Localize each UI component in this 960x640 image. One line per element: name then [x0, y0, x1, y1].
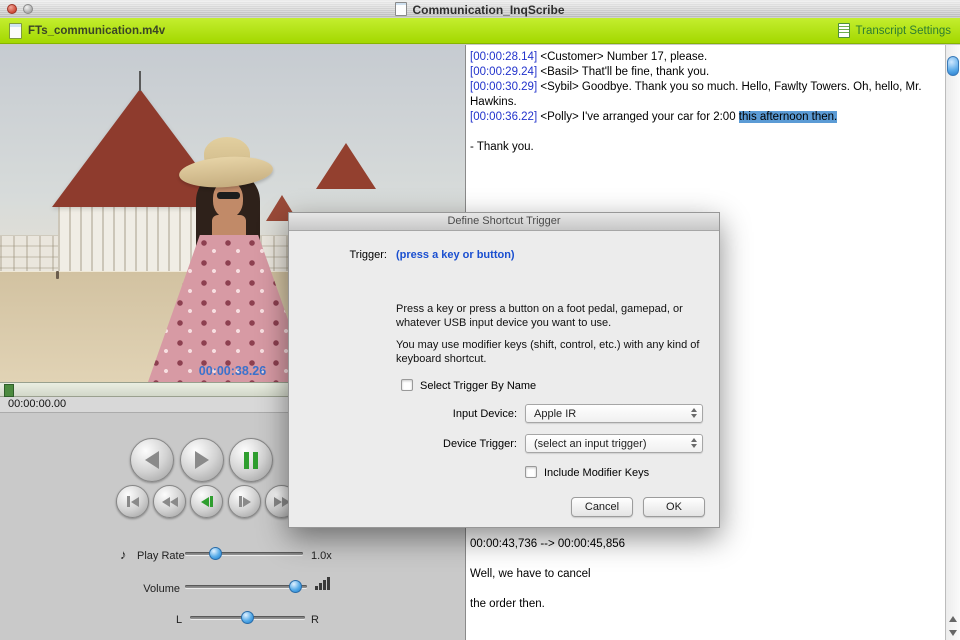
srt-line: the order then.: [470, 598, 545, 610]
play-rate-label: Play Rate: [137, 550, 185, 562]
media-bar: FTs_communication.m4v Transcript Setting…: [0, 18, 960, 44]
input-device-label: Input Device:: [452, 408, 517, 420]
include-modifier-keys-checkbox[interactable]: [525, 466, 537, 478]
device-trigger-label: Device Trigger:: [443, 438, 517, 450]
balance-right-label: R: [311, 614, 319, 626]
step-forward-button[interactable]: [228, 485, 261, 518]
define-shortcut-trigger-dialog: Define Shortcut Trigger Trigger: (press …: [288, 212, 720, 528]
pause-button[interactable]: [229, 438, 273, 482]
balance-left-label: L: [176, 614, 183, 626]
window-title-text: Communication_InqScribe: [412, 3, 565, 17]
document-icon: [395, 2, 408, 16]
transcript-line-text: <Customer> Number 17, please.: [537, 51, 708, 63]
ok-button[interactable]: OK: [643, 497, 705, 517]
device-trigger-value: (select an input trigger): [534, 437, 647, 450]
scrollbar-arrows: [946, 612, 960, 640]
go-to-start-button[interactable]: [116, 485, 149, 518]
input-device-value: Apple IR: [534, 407, 577, 420]
transcript-line-text: <Sybil> Goodbye. Thank you so much. Hell…: [470, 81, 922, 108]
transcript-settings-label: Transcript Settings: [855, 24, 951, 37]
transcript-line-text: <Basil> That'll be fine, thank you.: [537, 66, 710, 78]
transcript-line-text: <Polly> I've arranged your car for 2:00: [537, 111, 739, 123]
rewind-button[interactable]: [153, 485, 186, 518]
timestamp[interactable]: [00:00:29.24]: [470, 66, 537, 78]
step-back-button[interactable]: [190, 485, 223, 518]
volume-bars-icon: [315, 577, 330, 590]
play-rate-thumb[interactable]: [208, 547, 222, 560]
scrollbar-thumb[interactable]: [947, 56, 959, 76]
go-to-start-icon: [126, 496, 139, 507]
transcript-line: [00:00:29.24] <Basil> That'll be fine, t…: [470, 65, 942, 80]
rewind-icon: [161, 496, 178, 507]
transcript-settings-button[interactable]: Transcript Settings: [837, 23, 951, 38]
select-trigger-by-name-label: Select Trigger By Name: [420, 380, 537, 392]
window-titlebar: Communication_InqScribe: [0, 0, 960, 19]
help-text-1: Press a key or press a button on a foot …: [396, 303, 683, 329]
trigger-value: (press a key or button): [396, 249, 515, 261]
transcript-settings-icon: [837, 23, 850, 38]
play-rate-value: 1.0x: [311, 550, 332, 562]
media-filename: FTs_communication.m4v: [28, 24, 166, 37]
transcript-line: [00:00:30.29] <Sybil> Goodbye. Thank you…: [470, 80, 942, 110]
help-text-2: You may use modifier keys (shift, contro…: [396, 339, 700, 365]
window-title: Communication_InqScribe: [0, 2, 960, 17]
scroll-down-icon[interactable]: [949, 630, 957, 636]
timestamp[interactable]: [00:00:28.14]: [470, 51, 537, 63]
media-file-badge[interactable]: FTs_communication.m4v: [9, 22, 166, 39]
step-forward-icon: [238, 496, 251, 507]
srt-timecode: 00:00:43,736 --> 00:00:45,856: [470, 538, 626, 550]
include-modifier-keys-label: Include Modifier Keys: [544, 467, 650, 479]
device-trigger-select[interactable]: (select an input trigger): [525, 434, 703, 453]
flagpole: [139, 71, 141, 91]
beach-figure: [56, 271, 59, 279]
input-device-select[interactable]: Apple IR: [525, 404, 703, 423]
transcript-line: - Thank you.: [470, 140, 942, 155]
srt-text-block[interactable]: 00:00:43,736 --> 00:00:45,856 Well, we h…: [470, 537, 942, 627]
play-button[interactable]: [180, 438, 224, 482]
sunglasses: [217, 192, 240, 199]
balance-thumb[interactable]: [240, 611, 254, 624]
transcript-editor[interactable]: [00:00:28.14] <Customer> Number 17, plea…: [470, 50, 942, 155]
pause-icon: [244, 451, 258, 469]
timestamp[interactable]: [00:00:36.22]: [470, 111, 537, 123]
chevron-up-down-icon: [691, 408, 697, 418]
jump-back-button[interactable]: [130, 438, 174, 482]
volume-label: Volume: [143, 583, 180, 595]
transcript-line-text: - Thank you.: [470, 141, 534, 153]
srt-line: Well, we have to cancel: [470, 568, 591, 580]
play-rate-slider[interactable]: [185, 547, 303, 560]
cancel-button[interactable]: Cancel: [571, 497, 633, 517]
media-file-icon: [9, 22, 22, 39]
transcript-line: [00:00:28.14] <Customer> Number 17, plea…: [470, 50, 942, 65]
volume-slider[interactable]: [185, 580, 307, 593]
selected-text: this afternoon then.: [738, 111, 838, 123]
timeline-playhead[interactable]: [4, 384, 14, 397]
balance-slider[interactable]: [190, 611, 305, 624]
scroll-up-icon[interactable]: [949, 616, 957, 622]
select-trigger-by-name-checkbox[interactable]: [401, 379, 413, 391]
step-back-icon: [200, 496, 213, 507]
volume-thumb[interactable]: [289, 580, 303, 593]
trigger-label: Trigger:: [349, 249, 388, 261]
chevron-up-down-icon: [691, 438, 697, 448]
hotel-turret: [316, 143, 376, 189]
transcript-scrollbar[interactable]: [945, 45, 960, 640]
dialog-title[interactable]: Define Shortcut Trigger: [289, 213, 719, 231]
play-rate-track[interactable]: [185, 552, 303, 555]
play-icon: [195, 451, 209, 469]
play-rate-icon: ♪: [120, 547, 127, 562]
jump-back-icon: [145, 451, 159, 469]
timestamp[interactable]: [00:00:30.29]: [470, 81, 537, 93]
transcript-line: [00:00:36.22] <Polly> I've arranged your…: [470, 110, 942, 125]
